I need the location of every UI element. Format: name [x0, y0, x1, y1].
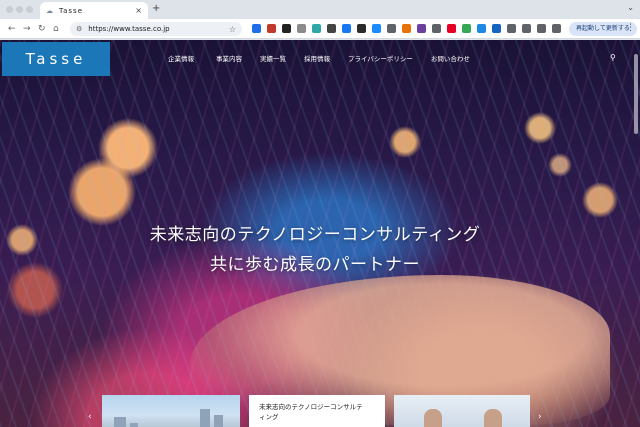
window-zoom-dot[interactable] [26, 6, 33, 13]
kebab-menu-icon[interactable]: ⋮ [626, 23, 635, 33]
carousel-card-people[interactable] [394, 395, 530, 427]
back-arrow-icon[interactable]: ← [8, 23, 16, 35]
extension-icon[interactable] [312, 24, 321, 33]
window-close-dot[interactable] [6, 6, 13, 13]
scrollbar-thumb[interactable] [634, 54, 638, 134]
nav-item-company[interactable]: 企業情報 [168, 53, 194, 63]
extension-icon[interactable] [342, 24, 351, 33]
nav-item-recruit[interactable]: 採用情報 [304, 53, 330, 63]
extension-icon[interactable] [447, 24, 456, 33]
tab-close-icon[interactable]: × [135, 6, 142, 15]
nav-item-contact[interactable]: お問い合わせ [431, 53, 470, 63]
building-shape [200, 409, 210, 427]
thumbs-up-figure [424, 409, 442, 427]
extension-icon[interactable] [357, 24, 366, 33]
nav-item-services[interactable]: 事業内容 [216, 53, 242, 63]
building-shape [214, 415, 223, 427]
address-bar[interactable]: ⚙ https://www.tasse.co.jp ☆ [70, 22, 242, 36]
extension-icon[interactable] [522, 24, 531, 33]
extension-icon[interactable] [327, 24, 336, 33]
favicon-icon: ☁ [46, 6, 53, 15]
nav-item-works[interactable]: 実績一覧 [260, 53, 286, 63]
browser-toolbar: ← → ↻ ⌂ ⚙ https://www.tasse.co.jp ☆ 再起動し… [0, 19, 640, 39]
extension-icon[interactable] [297, 24, 306, 33]
bookmark-star-icon[interactable]: ☆ [229, 25, 236, 34]
carousel-card-title-2: ィング [259, 413, 279, 421]
extension-icon[interactable] [402, 24, 411, 33]
extension-icon[interactable] [372, 24, 381, 33]
reload-icon[interactable]: ↻ [38, 23, 46, 35]
tab-title: Tasse [59, 6, 84, 15]
hero-section: Tasse 企業情報 事業内容 実績一覧 採用情報 プライバシーポリシー お問い… [0, 40, 640, 427]
global-nav: 企業情報 事業内容 実績一覧 採用情報 プライバシーポリシー お問い合わせ [168, 53, 470, 63]
extension-icon[interactable] [552, 24, 561, 33]
hero-line-1: 未来志向のテクノロジーコンサルティング [149, 225, 481, 245]
carousel-next-button[interactable]: › [538, 412, 542, 422]
url-text[interactable]: https://www.tasse.co.jp [88, 25, 229, 33]
extension-icon[interactable] [492, 24, 501, 33]
extension-icon[interactable] [477, 24, 486, 33]
site-info-icon[interactable]: ⚙ [76, 25, 82, 33]
extension-icon[interactable] [282, 24, 291, 33]
extension-icon[interactable] [537, 24, 546, 33]
tab-strip: ☁ Tasse × + ⌄ [0, 0, 640, 19]
window-minimize-dot[interactable] [16, 6, 23, 13]
site-header: Tasse 企業情報 事業内容 実績一覧 採用情報 プライバシーポリシー お問い… [0, 40, 640, 76]
thumbs-up-figure [484, 409, 502, 427]
building-shape [130, 423, 138, 427]
hero-headline: 未来志向のテクノロジーコンサルティング 共に歩む成長のパートナー [0, 220, 630, 275]
search-icon[interactable]: ⚲ [610, 53, 616, 62]
browser-tab[interactable]: ☁ Tasse × [40, 2, 148, 19]
extension-icon[interactable] [252, 24, 261, 33]
carousel-card-title-1: 未来志向のテクノロジーコンサルテ [259, 403, 363, 411]
carousel-card-city[interactable] [102, 395, 240, 427]
extension-icon[interactable] [432, 24, 441, 33]
extensions-bar [252, 24, 561, 33]
extension-icon[interactable] [462, 24, 471, 33]
home-icon[interactable]: ⌂ [53, 23, 59, 35]
nav-item-privacy[interactable]: プライバシーポリシー [348, 53, 413, 63]
carousel-card-text[interactable]: 未来志向のテクノロジーコンサルテ ィング [249, 395, 385, 427]
extension-icon[interactable] [417, 24, 426, 33]
extension-icon[interactable] [267, 24, 276, 33]
building-shape [114, 417, 126, 427]
extension-icon[interactable] [387, 24, 396, 33]
hero-line-2: 共に歩む成長のパートナー [210, 255, 420, 275]
forward-arrow-icon[interactable]: → [23, 23, 31, 35]
tab-search-icon[interactable]: ⌄ [627, 3, 634, 12]
extension-icon[interactable] [507, 24, 516, 33]
site-logo[interactable]: Tasse [2, 42, 110, 76]
new-tab-button[interactable]: + [152, 3, 160, 14]
carousel-prev-button[interactable]: ‹ [88, 412, 92, 422]
